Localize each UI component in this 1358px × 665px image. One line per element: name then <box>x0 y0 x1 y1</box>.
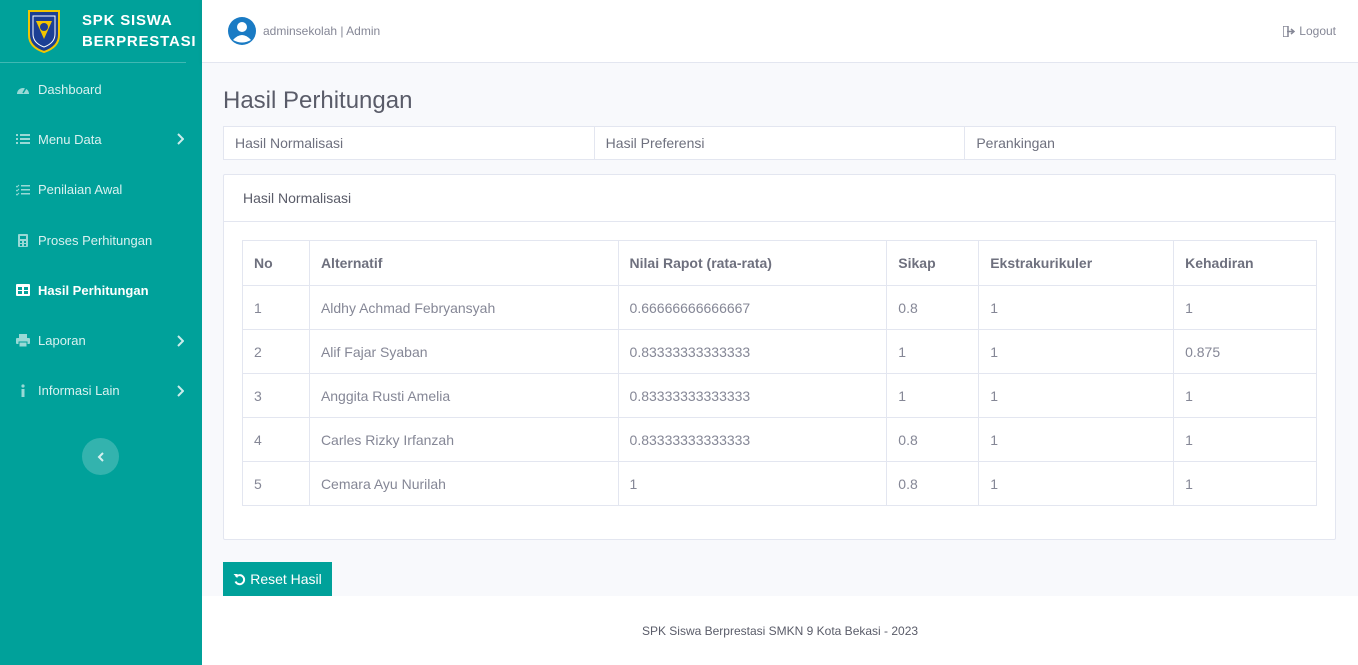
logout-label: Logout <box>1299 24 1336 38</box>
table-cell: Carles Rizky Irfanzah <box>308 417 619 462</box>
table-cell: 1 <box>617 461 888 506</box>
school-logo-icon <box>28 10 60 53</box>
table-row: 2 Alif Fajar Syaban 0.83333333333333 1 1… <box>242 329 1317 374</box>
page-title: Hasil Perhitungan <box>223 87 413 114</box>
result-tabs: Hasil Normalisasi Hasil Preferensi Peran… <box>223 126 1336 160</box>
chevron-right-icon <box>177 133 184 146</box>
column-header: Kehadiran <box>1173 240 1317 286</box>
user-avatar-icon <box>228 17 256 45</box>
column-header: Alternatif <box>308 240 619 286</box>
undo-icon <box>233 573 246 585</box>
table-row: 5 Cemara Ayu Nurilah 1 0.8 1 1 <box>242 461 1317 506</box>
sidebar-item-informasi-lain[interactable]: Informasi Lain <box>0 366 202 416</box>
sidebar: SPK SISWA BERPRESTASI Dashboard Menu Dat… <box>0 0 202 665</box>
main-content: Hasil Perhitungan Hasil Normalisasi Hasi… <box>202 63 1358 596</box>
table-cell: 1 <box>1173 417 1317 462</box>
brand-title-line1: SPK SISWA <box>82 12 173 29</box>
info-icon <box>16 384 30 398</box>
column-header: Nilai Rapot (rata-rata) <box>617 240 888 286</box>
table-cell: 3 <box>242 373 310 418</box>
table-wrapper: No Alternatif Nilai Rapot (rata-rata) Si… <box>242 240 1317 506</box>
card-title: Hasil Normalisasi <box>224 175 1335 222</box>
calculator-icon <box>16 233 30 247</box>
table-cell: 1 <box>978 417 1175 462</box>
table-cell: 1 <box>978 461 1175 506</box>
user-label: adminsekolah | Admin <box>263 24 381 38</box>
table-cell: 1 <box>1173 461 1317 506</box>
table-cell: 0.8 <box>886 461 980 506</box>
user-info[interactable]: adminsekolah | Admin <box>227 16 380 46</box>
reset-hasil-label: Reset Hasil <box>250 571 322 587</box>
column-header: Sikap <box>886 240 980 286</box>
logout-link[interactable]: Logout <box>1283 24 1336 38</box>
tab-perankingan[interactable]: Perankingan <box>965 127 1335 159</box>
table-cell: 0.8 <box>886 285 980 330</box>
chevron-right-icon <box>177 385 184 397</box>
column-header: No <box>242 240 310 286</box>
column-header: Ekstrakurikuler <box>978 240 1175 286</box>
sidebar-item-label: Menu Data <box>38 131 102 147</box>
sidebar-nav: Dashboard Menu Data Penilaian Awal Prose… <box>0 64 202 416</box>
table-cell: 0.83333333333333 <box>617 373 888 418</box>
table-cell: 1 <box>978 373 1175 418</box>
list-icon <box>16 132 30 146</box>
sidebar-item-label: Proses Perhitungan <box>38 232 153 248</box>
sign-out-icon <box>1283 25 1296 37</box>
normalisasi-table: No Alternatif Nilai Rapot (rata-rata) Si… <box>242 240 1317 506</box>
sidebar-item-proses-perhitungan[interactable]: Proses Perhitungan <box>0 215 202 265</box>
table-cell: Alif Fajar Syaban <box>308 329 619 374</box>
reset-hasil-button[interactable]: Reset Hasil <box>223 562 332 596</box>
sidebar-item-label: Hasil Perhitungan <box>38 282 149 298</box>
brand-title-line2: BERPRESTASI <box>82 33 197 50</box>
sidebar-toggle-button[interactable] <box>82 438 119 475</box>
table-cell: 0.83333333333333 <box>617 417 888 462</box>
table-cell: 5 <box>242 461 310 506</box>
table-cell: 1 <box>1173 285 1317 330</box>
normalisasi-card: Hasil Normalisasi No Alternatif Nilai Ra… <box>223 174 1336 540</box>
table-row: 4 Carles Rizky Irfanzah 0.83333333333333… <box>242 417 1317 462</box>
sidebar-item-label: Dashboard <box>38 81 102 97</box>
table-cell: Anggita Rusti Amelia <box>308 373 619 418</box>
chevron-left-icon <box>97 451 104 462</box>
brand[interactable]: SPK SISWA BERPRESTASI <box>0 0 196 63</box>
table-row: 3 Anggita Rusti Amelia 0.83333333333333 … <box>242 373 1317 418</box>
sidebar-item-label: Laporan <box>38 333 86 349</box>
tachometer-icon <box>16 82 30 96</box>
table-cell: 0.875 <box>1173 329 1317 374</box>
table-icon <box>16 283 30 297</box>
sidebar-item-penilaian-awal[interactable]: Penilaian Awal <box>0 165 202 215</box>
table-cell: 1 <box>978 285 1175 330</box>
table-cell: 0.83333333333333 <box>617 329 888 374</box>
sidebar-item-laporan[interactable]: Laporan <box>0 315 202 365</box>
table-cell: Cemara Ayu Nurilah <box>308 461 619 506</box>
table-cell: 0.66666666666667 <box>617 285 888 330</box>
sidebar-item-label: Penilaian Awal <box>38 182 123 198</box>
print-icon <box>16 334 30 348</box>
table-cell: 1 <box>886 373 980 418</box>
table-cell: Aldhy Achmad Febryansyah <box>308 285 619 330</box>
chevron-right-icon <box>177 334 184 347</box>
table-cell: 4 <box>242 417 310 462</box>
tab-hasil-preferensi[interactable]: Hasil Preferensi <box>595 127 966 159</box>
table-cell: 1 <box>242 285 310 330</box>
sidebar-item-dashboard[interactable]: Dashboard <box>0 64 202 114</box>
table-cell: 1 <box>886 329 980 374</box>
table-cell: 2 <box>242 329 310 374</box>
footer-text: SPK Siswa Berprestasi SMKN 9 Kota Bekasi… <box>641 623 919 638</box>
sidebar-item-menu-data[interactable]: Menu Data <box>0 114 202 164</box>
table-cell: 1 <box>1173 373 1317 418</box>
tab-hasil-normalisasi[interactable]: Hasil Normalisasi <box>224 127 595 159</box>
footer: SPK Siswa Berprestasi SMKN 9 Kota Bekasi… <box>202 596 1358 665</box>
table-row: 1 Aldhy Achmad Febryansyah 0.66666666666… <box>242 285 1317 330</box>
table-cell: 1 <box>978 329 1175 374</box>
sidebar-item-hasil-perhitungan[interactable]: Hasil Perhitungan <box>0 265 202 315</box>
table-header-row: No Alternatif Nilai Rapot (rata-rata) Si… <box>242 240 1317 286</box>
topbar: adminsekolah | Admin Logout <box>202 0 1358 63</box>
table-cell: 0.8 <box>886 417 980 462</box>
list-check-icon <box>16 183 30 197</box>
sidebar-item-label: Informasi Lain <box>38 383 120 399</box>
